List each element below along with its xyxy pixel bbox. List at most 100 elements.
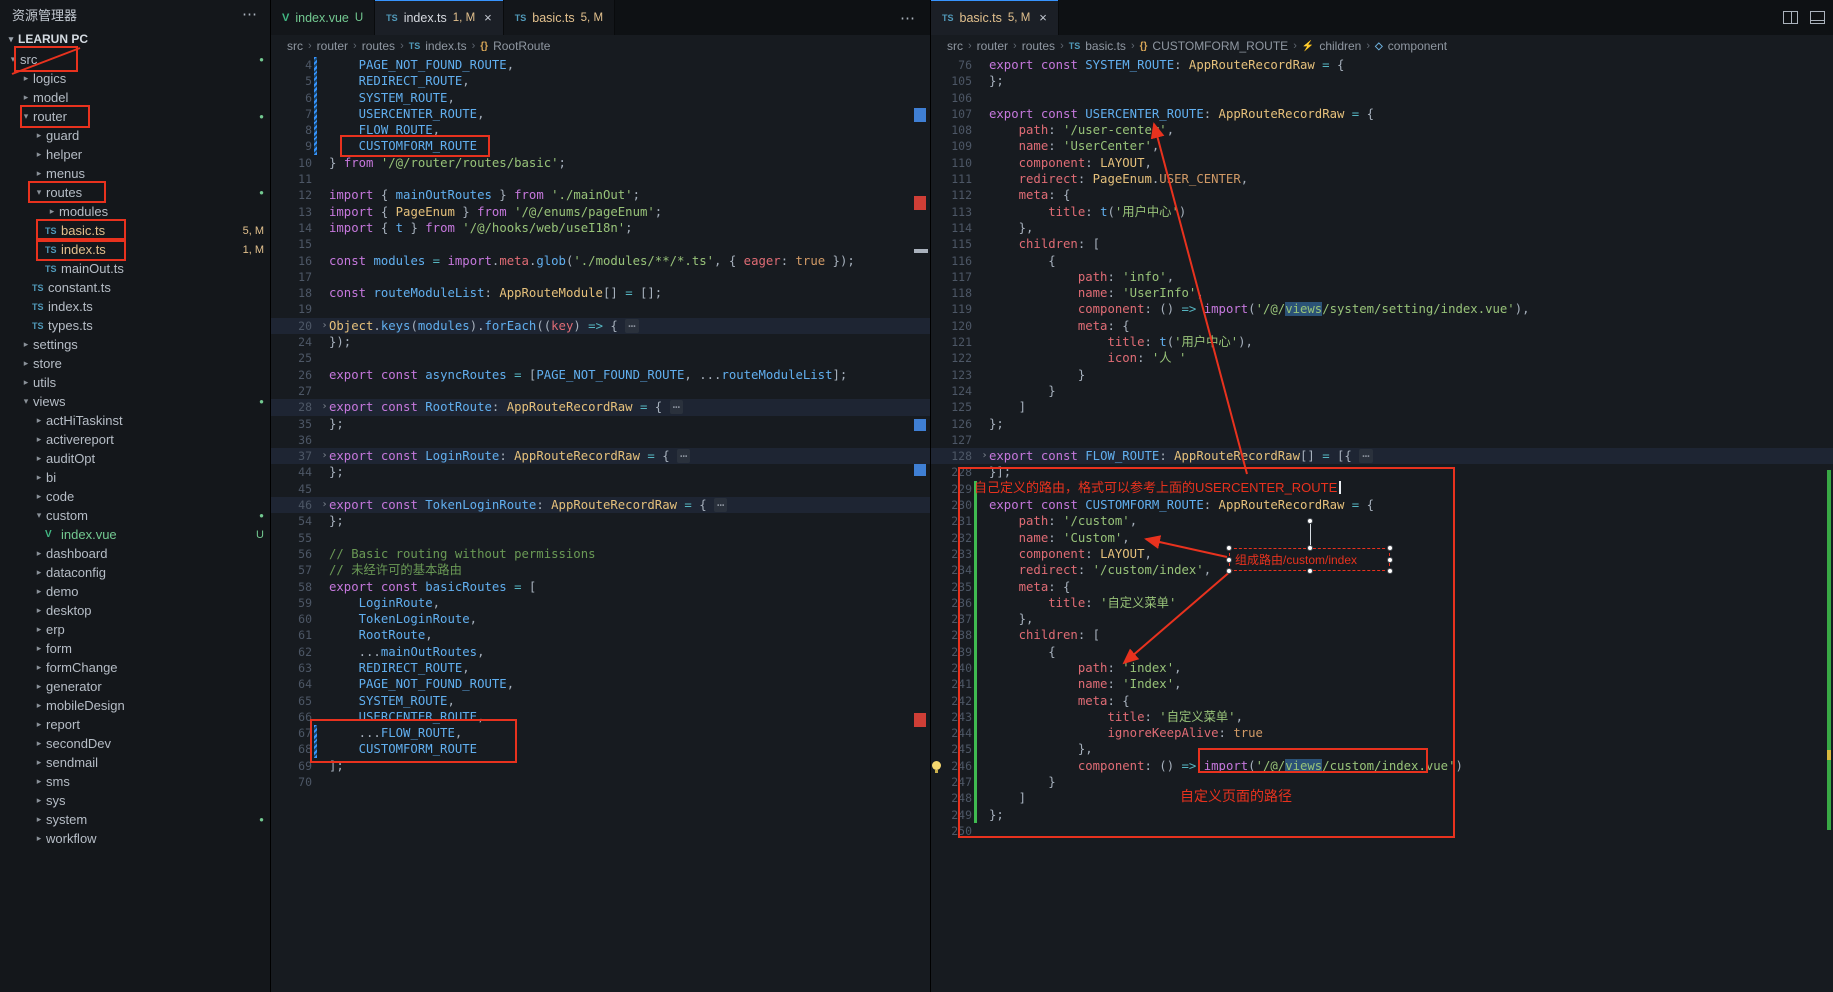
tree-item-views[interactable]: ▾views●: [0, 392, 270, 411]
fold-collapsed-icon[interactable]: ›: [320, 399, 329, 415]
code-line-44[interactable]: 44};: [271, 464, 930, 480]
code-line-244[interactable]: 244 ignoreKeepAlive: true: [931, 725, 1833, 741]
code-line-110[interactable]: 110 component: LAYOUT,: [931, 155, 1833, 171]
code-line-115[interactable]: 115 children: [: [931, 236, 1833, 252]
tree-item-guard[interactable]: ▸guard: [0, 126, 270, 145]
code-line-65[interactable]: 65 SYSTEM_ROUTE,: [271, 693, 930, 709]
tree-item-basic.ts[interactable]: TSbasic.ts5, M: [0, 221, 270, 240]
tree-item-desktop[interactable]: ▸desktop: [0, 601, 270, 620]
code-line-230[interactable]: 230export const CUSTOMFORM_ROUTE: AppRou…: [931, 497, 1833, 513]
code-line-237[interactable]: 237 },: [931, 611, 1833, 627]
code-line-62[interactable]: 62 ...mainOutRoutes,: [271, 644, 930, 660]
code-line-10[interactable]: 10} from '/@/router/routes/basic';: [271, 155, 930, 171]
code-line-57[interactable]: 57// 未经许可的基本路由: [271, 562, 930, 578]
selection-handle[interactable]: [1387, 557, 1393, 563]
code-line-112[interactable]: 112 meta: {: [931, 187, 1833, 203]
tree-item-types.ts[interactable]: TStypes.ts: [0, 316, 270, 335]
code-line-14[interactable]: 14import { t } from '/@/hooks/web/useI18…: [271, 220, 930, 236]
code-line-118[interactable]: 118 name: 'UserInfo',: [931, 285, 1833, 301]
code-line-60[interactable]: 60 TokenLoginRoute,: [271, 611, 930, 627]
workspace-section-header[interactable]: ▾ LEARUN PC: [0, 28, 270, 50]
tree-item-erp[interactable]: ▸erp: [0, 620, 270, 639]
tree-item-custom[interactable]: ▾custom●: [0, 506, 270, 525]
code-line-111[interactable]: 111 redirect: PageEnum.USER_CENTER,: [931, 171, 1833, 187]
code-line-58[interactable]: 58export const basicRoutes = [: [271, 579, 930, 595]
code-line-46[interactable]: 46›export const TokenLoginRoute: AppRout…: [271, 497, 930, 513]
customize-layout-icon[interactable]: [1810, 11, 1825, 24]
code-line-7[interactable]: 7 USERCENTER_ROUTE,: [271, 106, 930, 122]
rotate-handle[interactable]: [1307, 518, 1313, 524]
code-line-114[interactable]: 114 },: [931, 220, 1833, 236]
code-line-61[interactable]: 61 RootRoute,: [271, 627, 930, 643]
code-line-12[interactable]: 12import { mainOutRoutes } from './mainO…: [271, 187, 930, 203]
code-line-24[interactable]: 24});: [271, 334, 930, 350]
code-line-35[interactable]: 35};: [271, 416, 930, 432]
tree-item-modules[interactable]: ▸modules: [0, 202, 270, 221]
code-line-15[interactable]: 15: [271, 236, 930, 252]
fold-collapsed-icon[interactable]: ›: [980, 448, 989, 464]
tab-basic.ts[interactable]: TSbasic.ts5, M×: [931, 0, 1059, 35]
tree-item-auditOpt[interactable]: ▸auditOpt: [0, 449, 270, 468]
code-line-241[interactable]: 241 name: 'Index',: [931, 676, 1833, 692]
tree-item-code[interactable]: ▸code: [0, 487, 270, 506]
code-line-13[interactable]: 13import { PageEnum } from '/@/enums/pag…: [271, 204, 930, 220]
code-line-242[interactable]: 242 meta: {: [931, 693, 1833, 709]
code-line-119[interactable]: 119 component: () => import('/@/views/sy…: [931, 301, 1833, 317]
breadcrumb-item-CUSTOMFORM_ROUTE[interactable]: CUSTOMFORM_ROUTE: [1152, 39, 1288, 53]
code-line-236[interactable]: 236 title: '自定义菜单': [931, 595, 1833, 611]
code-line-105[interactable]: 105};: [931, 73, 1833, 89]
selection-handle[interactable]: [1226, 557, 1232, 563]
tree-item-sms[interactable]: ▸sms: [0, 772, 270, 791]
code-line-76[interactable]: 76export const SYSTEM_ROUTE: AppRouteRec…: [931, 57, 1833, 73]
code-line-117[interactable]: 117 path: 'info',: [931, 269, 1833, 285]
lightbulb-icon[interactable]: [932, 761, 941, 770]
tab-index.vue[interactable]: Vindex.vueU: [271, 0, 375, 35]
tree-item-dataconfig[interactable]: ▸dataconfig: [0, 563, 270, 582]
code-line-63[interactable]: 63 REDIRECT_ROUTE,: [271, 660, 930, 676]
code-line-124[interactable]: 124 }: [931, 383, 1833, 399]
code-line-246[interactable]: 246 component: () => import('/@/views/cu…: [931, 758, 1833, 774]
code-line-235[interactable]: 235 meta: {: [931, 579, 1833, 595]
tree-item-routes[interactable]: ▾routes●: [0, 183, 270, 202]
tree-item-src[interactable]: ▾src●: [0, 50, 270, 69]
selection-handle[interactable]: [1226, 568, 1232, 574]
breadcrumb-item-routes[interactable]: routes: [1022, 39, 1055, 53]
breadcrumb-item-router[interactable]: router: [977, 39, 1008, 53]
close-icon[interactable]: ×: [1039, 10, 1047, 25]
code-line-8[interactable]: 8 FLOW_ROUTE,: [271, 122, 930, 138]
code-line-11[interactable]: 11: [271, 171, 930, 187]
tree-item-sys[interactable]: ▸sys: [0, 791, 270, 810]
tree-item-demo[interactable]: ▸demo: [0, 582, 270, 601]
code-line-18[interactable]: 18const routeModuleList: AppRouteModule[…: [271, 285, 930, 301]
tree-item-model[interactable]: ▸model: [0, 88, 270, 107]
tree-item-activereport[interactable]: ▸activereport: [0, 430, 270, 449]
split-editor-icon[interactable]: [1783, 11, 1798, 24]
close-icon[interactable]: ×: [484, 10, 492, 25]
code-line-54[interactable]: 54};: [271, 513, 930, 529]
code-line-128[interactable]: 128›export const FLOW_ROUTE: AppRouteRec…: [931, 448, 1833, 464]
code-line-45[interactable]: 45: [271, 481, 930, 497]
tab-index.ts[interactable]: TSindex.ts1, M×: [375, 0, 504, 35]
code-line-231[interactable]: 231 path: '/custom',: [931, 513, 1833, 529]
code-line-9[interactable]: 9 CUSTOMFORM_ROUTE: [271, 138, 930, 154]
code-line-66[interactable]: 66 USERCENTER_ROUTE,: [271, 709, 930, 725]
selection-handle[interactable]: [1307, 545, 1313, 551]
tree-item-mainOut.ts[interactable]: TSmainOut.ts: [0, 259, 270, 278]
breadcrumb-item-RootRoute[interactable]: RootRoute: [493, 39, 550, 53]
code-line-113[interactable]: 113 title: t('用户中心'): [931, 204, 1833, 220]
selection-handle[interactable]: [1307, 568, 1313, 574]
tree-item-bi[interactable]: ▸bi: [0, 468, 270, 487]
code-line-64[interactable]: 64 PAGE_NOT_FOUND_ROUTE,: [271, 676, 930, 692]
tree-item-logics[interactable]: ▸logics: [0, 69, 270, 88]
code-line-37[interactable]: 37›export const LoginRoute: AppRouteReco…: [271, 448, 930, 464]
code-line-16[interactable]: 16const modules = import.meta.glob('./mo…: [271, 253, 930, 269]
tree-item-store[interactable]: ▸store: [0, 354, 270, 373]
code-line-120[interactable]: 120 meta: {: [931, 318, 1833, 334]
code-line-19[interactable]: 19: [271, 301, 930, 317]
code-line-116[interactable]: 116 {: [931, 253, 1833, 269]
code-line-239[interactable]: 239 {: [931, 644, 1833, 660]
code-line-126[interactable]: 126};: [931, 416, 1833, 432]
code-line-20[interactable]: 20›Object.keys(modules).forEach((key) =>…: [271, 318, 930, 334]
breadcrumb-item-children[interactable]: children: [1319, 39, 1361, 53]
fold-collapsed-icon[interactable]: ›: [320, 318, 329, 334]
